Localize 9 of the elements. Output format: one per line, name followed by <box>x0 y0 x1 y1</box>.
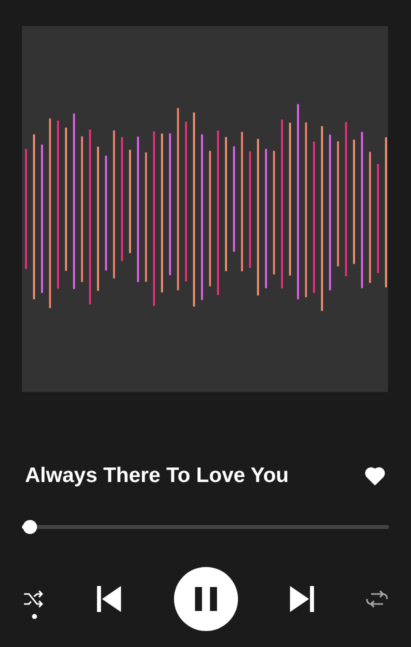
pause-icon <box>194 587 216 611</box>
heart-icon[interactable] <box>363 465 387 487</box>
song-title: Always There To Love You <box>25 464 289 488</box>
next-icon[interactable] <box>290 586 314 612</box>
shuffle-icon[interactable] <box>23 590 45 608</box>
repeat-icon[interactable] <box>366 590 388 608</box>
previous-icon[interactable] <box>97 586 122 612</box>
progress-thumb[interactable] <box>22 520 36 534</box>
active-dot <box>32 614 36 618</box>
